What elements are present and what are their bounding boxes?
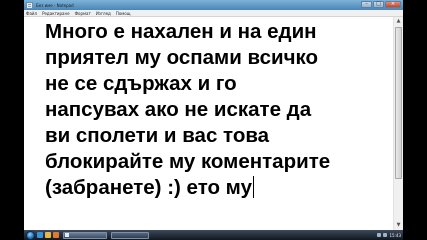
scroll-thumb[interactable] xyxy=(395,27,402,179)
window-title: Без име - Notepad xyxy=(36,2,74,8)
minimize-button[interactable]: – xyxy=(361,1,372,8)
text-line: ви сполети и вас това xyxy=(45,124,270,147)
menu-view[interactable]: Изглед xyxy=(96,11,111,16)
system-tray: 15:43 xyxy=(377,230,401,240)
notepad-icon xyxy=(65,233,69,237)
menu-format[interactable]: Формат xyxy=(75,11,91,16)
scroll-down-arrow-icon[interactable]: ▼ xyxy=(394,221,403,230)
notepad-icon xyxy=(26,1,33,9)
text-line: напсувах ако не искате да xyxy=(45,98,312,121)
network-icon[interactable] xyxy=(377,233,382,237)
internet-explorer-icon[interactable] xyxy=(37,232,43,238)
notepad-window: Без име - Notepad – □ × Файл Редактиране… xyxy=(24,0,403,240)
taskbar: 15:43 xyxy=(24,230,403,240)
close-button[interactable]: × xyxy=(385,1,401,8)
maximize-button[interactable]: □ xyxy=(373,1,384,8)
menu-edit[interactable]: Редактиране xyxy=(42,11,70,16)
volume-icon[interactable] xyxy=(383,233,388,237)
text-line-content: (забранете) :) ето му xyxy=(45,176,252,199)
menu-file[interactable]: Файл xyxy=(26,11,37,16)
text-line: Много е нахален и на един xyxy=(45,20,317,43)
title-bar[interactable]: Без име - Notepad – □ × xyxy=(24,0,403,10)
scroll-up-arrow-icon[interactable]: ▲ xyxy=(394,17,403,26)
media-player-icon[interactable] xyxy=(53,232,59,238)
text-caret xyxy=(252,176,254,198)
text-line: приятел му оспами всичко xyxy=(45,46,319,69)
text-line: не се сдържах и го xyxy=(45,72,237,95)
clock[interactable]: 15:43 xyxy=(389,233,401,238)
text-line-last: (забранете) :) ето му xyxy=(45,175,393,201)
window-controls: – □ × xyxy=(361,1,401,8)
menu-bar: Файл Редактиране Формат Изглед Помощ xyxy=(24,10,403,17)
taskbar-notepad-button[interactable] xyxy=(63,231,107,239)
vertical-scrollbar[interactable]: ▲ ▼ xyxy=(393,17,403,230)
menu-help[interactable]: Помощ xyxy=(116,11,131,16)
folder-icon[interactable] xyxy=(45,232,51,238)
taskbar-window-button[interactable] xyxy=(111,231,149,239)
text-line: блокирайте му коментарите xyxy=(45,150,331,173)
text-editor-area[interactable]: Много е нахален и на един приятел му осп… xyxy=(24,17,393,230)
start-orb-icon[interactable] xyxy=(26,230,35,240)
